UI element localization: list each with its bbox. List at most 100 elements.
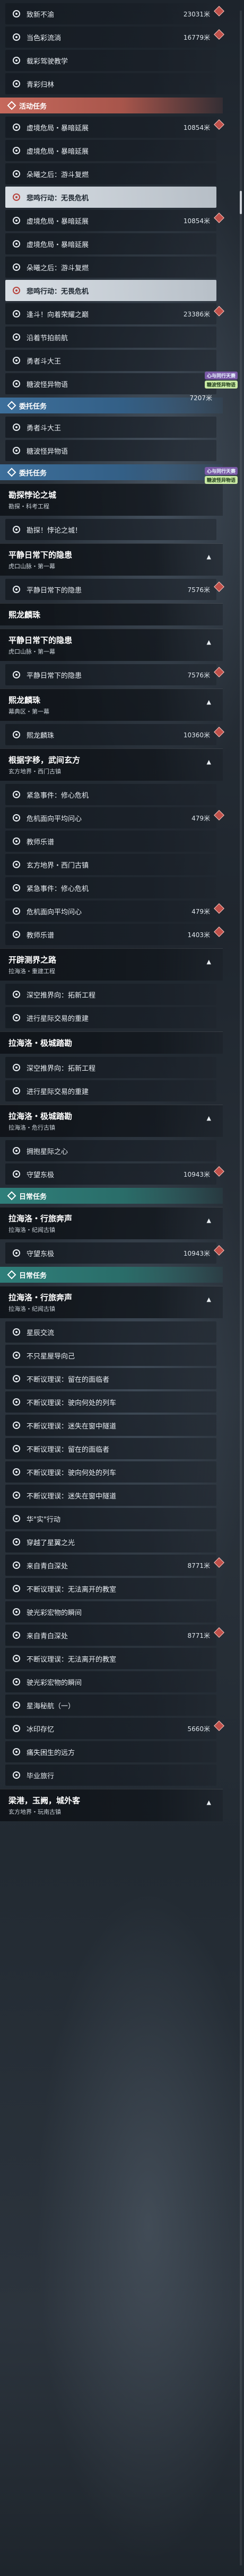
quest-row[interactable]: 虚境危局・暴暗延展 [5,233,216,254]
quest-row[interactable]: 星辰交流 [5,1321,216,1343]
quest-chapter-header[interactable]: 拉海洛・行旅奔声 拉海洛・纪闻古镇 ▲ [0,1286,223,1318]
quest-row[interactable]: 悲鸣行动：无畏危机 [5,280,216,301]
quest-row[interactable]: 深空推界向：拓新工程 [5,984,216,1005]
quest-row[interactable]: 来自青白深处 8771米 [5,1555,224,1576]
quest-chapter-header[interactable]: 拉海洛・极城踏勘 拉海洛・危行古镇 ▲ [0,1105,223,1137]
quest-row[interactable]: 教师乐谱 [5,831,216,852]
quest-row[interactable]: 危机面向平均问心 479米 [5,901,224,922]
quest-name: 来自青白深处 [27,1632,68,1640]
quest-row[interactable]: 不断议理误：无法离开的教室 [5,1578,216,1599]
quest-circle-icon [13,287,20,294]
quest-row[interactable]: 虚境危局・暴暗延展 10854米 [5,210,224,231]
quest-row[interactable]: 穿越了星翼之光 [5,1531,216,1552]
quest-chapter-header[interactable]: 平静日常下的隐患 虎口山脉・第一幕 ▲ [0,629,223,661]
chevron-up-icon[interactable]: ▲ [207,1217,211,1224]
promo-line-2b: 糖波怪异物语 [204,476,238,484]
quest-row[interactable]: 平静日常下的隐患 7576米 [5,664,224,685]
quest-row[interactable]: 教师乐谱 1403米 [5,924,224,945]
quest-row[interactable]: 拥抱星际之心 [5,1140,216,1161]
chevron-up-icon[interactable]: ▲ [207,1799,211,1806]
promo-line-1b: 心与同行天赛 [204,467,238,475]
quest-circle-icon [13,240,20,248]
quest-name: 来自青白深处 [27,1562,68,1571]
quest-row[interactable]: 不断议理误：留在的面临者 [5,1368,216,1389]
red-diamond-badge-icon [214,119,224,130]
quest-row[interactable]: 勇者斗大王 [5,417,216,438]
quest-row[interactable]: 玄方地界・西门古镇 [5,854,216,875]
quest-row[interactable]: 青彩归林 [5,73,216,94]
chevron-up-icon[interactable]: ▲ [207,639,211,646]
quest-row[interactable]: 来自青白深处 8771米 [5,1625,224,1646]
quest-row[interactable]: 勇者斗大王 [5,350,216,371]
quest-row[interactable]: 朵曦之后：游斗复燃 [5,257,216,278]
quest-row[interactable]: 糖波怪异物语 [5,440,216,461]
quest-row[interactable]: 驶光彩宏物的瞬间 [5,1601,216,1622]
category-header[interactable]: 日常任务 [0,1188,223,1204]
red-diamond-badge-icon [214,667,224,677]
quest-chapter-header[interactable]: 根据字移，武间玄方 玄方地界・西门古镇 ▲ [0,748,223,781]
quest-row[interactable]: 进行星际交易的重建 [5,1080,216,1101]
quest-row[interactable]: 毕业旅行 [5,1765,216,1786]
quest-chapter-header[interactable]: 梁港，玉阙，城外客 玄方地界・玩南古镇 ▲ [0,1789,223,1821]
chevron-up-icon[interactable]: ▲ [207,758,211,765]
chevron-up-icon[interactable]: ▲ [207,958,211,965]
quest-row[interactable]: 危机面向平均问心 479米 [5,807,224,828]
quest-row[interactable]: 深空推界向：拓新工程 [5,1057,216,1078]
quest-row[interactable]: 朵曦之后：游斗复燃 [5,163,216,184]
quest-row[interactable]: 不断议理误：迷失在窗中隧道 [5,1485,216,1506]
category-label: 日常任务 [19,1193,47,1201]
quest-circle-icon [13,1352,20,1359]
quest-row[interactable]: 熙龙麟珠 10360米 [5,724,224,745]
quest-row[interactable]: 紧急事件：修心危机 [5,877,216,898]
quest-chapter-header[interactable]: 开辟测界之路 拉海洛・重建工程 ▲ [0,948,223,981]
quest-row[interactable]: 悲鸣行动：无畏危机 [5,187,216,208]
quest-row[interactable]: 守望东极 10943米 [5,1163,224,1185]
quest-row[interactable]: 沿着节拍前航 [5,327,216,348]
quest-row[interactable]: 虚境危局・暴暗延展 [5,140,216,161]
quest-row[interactable]: 不断议理误：迷失在窗中隧道 [5,1415,216,1436]
quest-row[interactable]: 不断议理误：驶向何处的列车 [5,1391,216,1413]
chevron-up-icon[interactable]: ▲ [207,553,211,560]
event-promo-banner[interactable]: 心与同行天赛 糖波怪异物语 [202,371,241,389]
quest-name: 朵曦之后：游斗复燃 [27,264,89,272]
quest-chapter-header[interactable]: 勘探悖论之城 勘探・科考工程 [0,483,223,516]
quest-row[interactable]: 不断议理误：留在的面临者 [5,1438,216,1459]
quest-row[interactable]: 糖波怪异物语 [5,373,216,394]
category-header[interactable]: 日常任务 [0,1267,223,1283]
scrollbar-track[interactable] [240,11,242,2565]
quest-name: 虚境危局・暴暗延展 [27,217,89,226]
quest-row[interactable]: 逢斗！向着荣耀之巅 23386米 [5,303,224,324]
quest-row[interactable]: 不断议理误：无法离开的教室 [5,1648,216,1669]
quest-row[interactable]: 守望东极 10943米 [5,1242,224,1264]
quest-row[interactable]: 星海秘航（一） [5,1695,216,1716]
quest-row[interactable]: 驶光彩宏物的瞬间 [5,1671,216,1692]
quest-row[interactable]: 平静日常下的隐患 7576米 [5,579,224,600]
quest-name: 驶光彩宏物的瞬间 [27,1679,82,1687]
quest-row[interactable]: 致新不渝 23031米 [5,3,224,24]
quest-row[interactable]: 虚境危局・暴暗延展 10854米 [5,117,224,138]
quest-chapter-header[interactable]: 拉海洛・行旅奔声 拉海洛・纪闻古镇 ▲ [0,1207,223,1239]
quest-row[interactable]: 不只星屋导向己 [5,1345,216,1366]
quest-chapter-header[interactable]: 平静日常下的隐患 虎口山脉・第一幕 ▲ [0,543,223,576]
quest-row[interactable]: 勘探！悖论之城！ [5,519,216,540]
event-promo-banner-2[interactable]: 心与同行天赛 糖波怪异物语 [202,466,241,484]
quest-distance: 16779米 [183,33,210,41]
chevron-up-icon[interactable]: ▲ [207,1296,211,1303]
scrollbar-thumb[interactable] [240,191,242,214]
quest-row[interactable]: 载彩驾驶教学 [5,50,216,71]
quest-row[interactable]: 冰印存忆 5660米 [5,1718,224,1739]
chevron-up-icon[interactable]: ▲ [207,1115,211,1122]
quest-row[interactable]: 进行星际交易的重建 [5,1007,216,1028]
category-header[interactable]: 委托任务 [0,464,223,480]
quest-row[interactable]: 华"实"行动 [5,1508,216,1529]
quest-chapter-header[interactable]: 拉海洛・极城踏勘 [0,1031,223,1054]
quest-chapter-header[interactable]: 熙龙麟珠 [0,603,223,625]
chapter-title: 勘探悖论之城 [8,490,57,500]
quest-row[interactable]: 紧急事件：修心危机 [5,784,216,805]
chevron-up-icon[interactable]: ▲ [207,699,211,705]
quest-row[interactable]: 当色彩流淌 16779米 [5,27,224,48]
quest-row[interactable]: 痛失困生的远方 [5,1741,216,1762]
category-header[interactable]: 活动任务 [0,98,223,113]
quest-row[interactable]: 不断议理误：驶向何处的列车 [5,1461,216,1483]
quest-chapter-header[interactable]: 熙龙麟珠 幕典区・第一幕 ▲ [0,689,223,721]
